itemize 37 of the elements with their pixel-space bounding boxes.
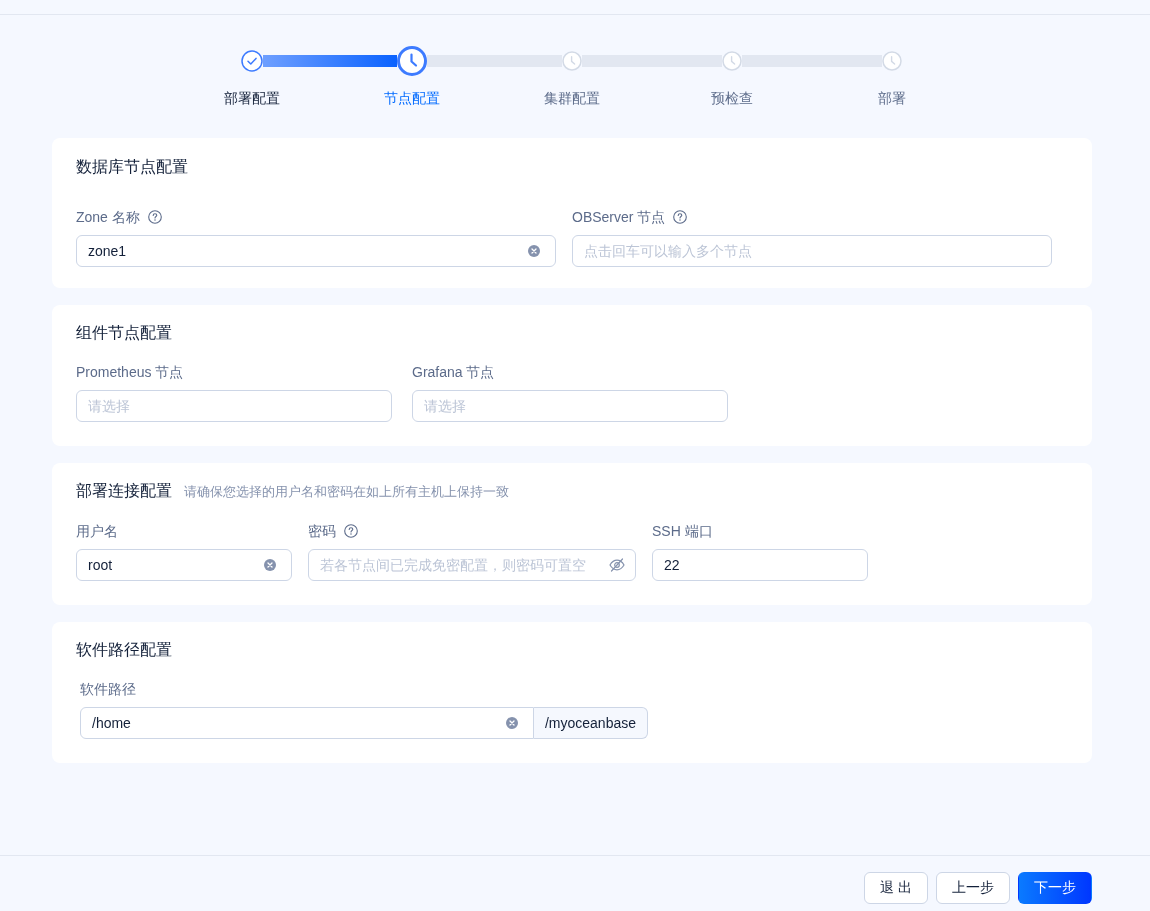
section-title: 部署连接配置 (76, 481, 172, 501)
input-field[interactable]: 点击回车可以输入多个节点 (572, 235, 1052, 267)
section-title: 数据库节点配置 (76, 157, 188, 177)
field-label: OBServer 节点 (572, 208, 666, 227)
step-button[interactable]: 退 出 (864, 872, 928, 904)
next-button[interactable]: 下一步 (1018, 872, 1092, 904)
field-label: 用户名 (76, 522, 118, 541)
section-hint: 请确保您选择的用户名和密码在如上所有主机上保持一致 (184, 483, 509, 501)
clear-icon[interactable] (264, 559, 276, 571)
clear-icon[interactable] (528, 245, 540, 257)
password-field[interactable]: 若各节点间已完成免密配置，则密码可置空 (308, 549, 636, 581)
input-field[interactable]: 请选择 (412, 390, 728, 422)
field-label: 密码 (308, 522, 336, 541)
field-label: 软件路径 (80, 680, 136, 699)
input-field[interactable]: zone1 (76, 235, 556, 267)
help-icon[interactable] (147, 210, 162, 224)
field-label: Zone 名称 (76, 208, 140, 227)
input-field[interactable]: 22 (652, 549, 868, 581)
help-icon[interactable] (344, 524, 358, 538)
step-label: 节点配置 (384, 89, 440, 108)
field-label: SSH 端口 (652, 522, 713, 541)
clear-icon[interactable] (505, 717, 518, 729)
step-label: 部署 (878, 89, 906, 108)
step-label: 集群配置 (544, 89, 600, 108)
step-label: 预检查 (711, 89, 753, 108)
step-button[interactable]: 上一步 (936, 872, 1010, 904)
help-icon[interactable] (673, 210, 688, 224)
section-title: 软件路径配置 (76, 640, 172, 660)
eye-off-icon[interactable] (609, 558, 625, 572)
section-title: 组件节点配置 (76, 323, 172, 343)
input-field[interactable]: root (76, 549, 292, 581)
input-field[interactable]: /home (80, 707, 534, 739)
field-label: Prometheus 节点 (76, 363, 184, 382)
field-label: Grafana 节点 (412, 363, 495, 382)
input-field[interactable]: 请选择 (76, 390, 392, 422)
step-label: 部署配置 (224, 89, 280, 108)
path-suffix: /myoceanbase (533, 707, 648, 739)
